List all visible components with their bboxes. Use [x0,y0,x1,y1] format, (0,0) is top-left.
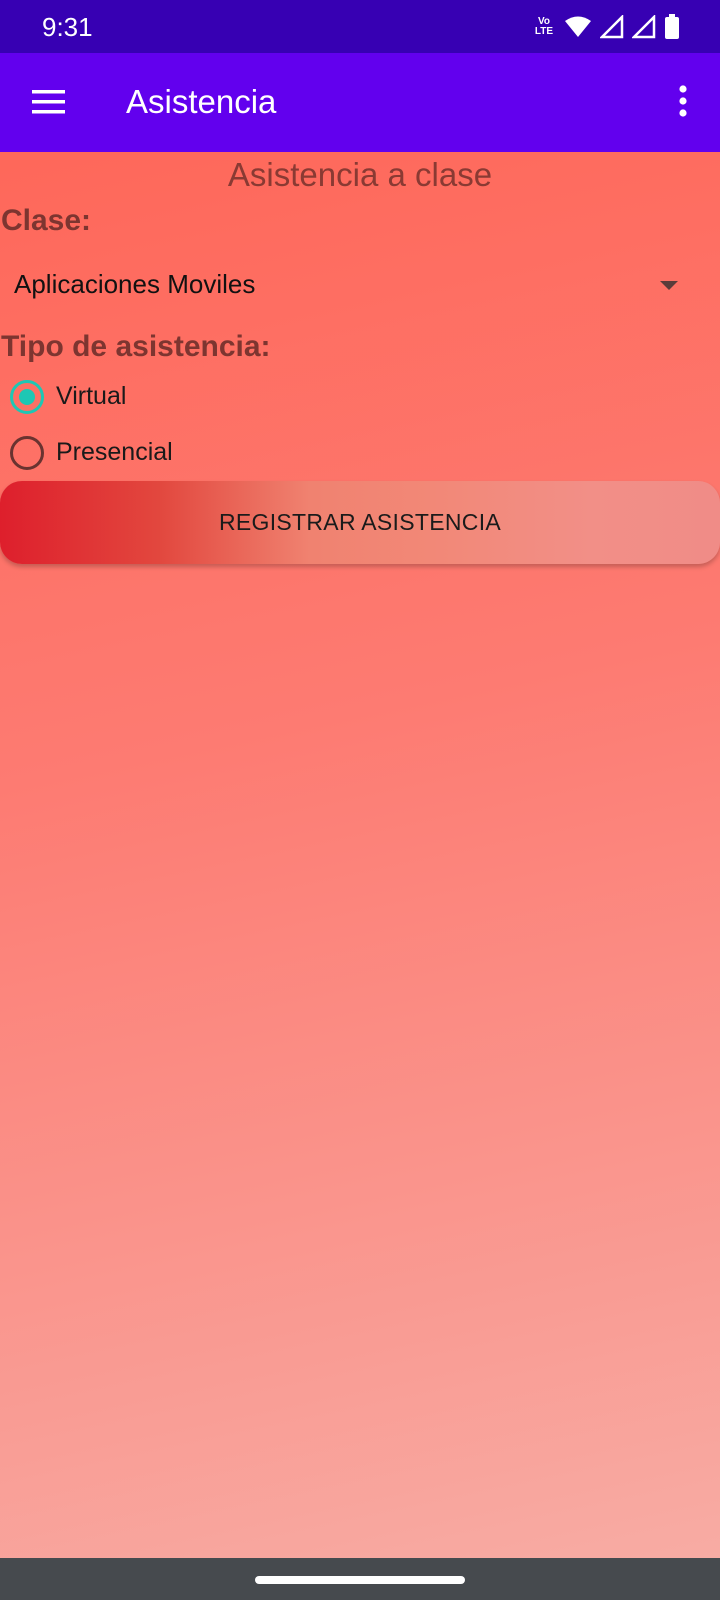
volte-icon: Vo LTE [532,17,556,37]
clase-selected-value: Aplicaciones Moviles [14,269,256,299]
dropdown-arrow-icon [660,281,678,290]
more-vert-icon[interactable] [668,79,698,125]
signal-icon [632,15,656,39]
navigation-bar [0,1558,720,1600]
radio-label-virtual: Virtual [56,382,127,410]
app-bar: Asistencia [0,53,720,152]
signal-icon [600,15,624,39]
status-icons: Vo LTE [532,12,680,42]
battery-icon [665,14,679,39]
status-bar: 9:31 Vo LTE [0,0,720,53]
radio-virtual[interactable]: Virtual [0,372,300,422]
hamburger-menu-icon[interactable] [24,77,74,127]
radio-presencial[interactable]: Presencial [0,428,300,478]
status-time: 9:31 [42,12,93,42]
home-gesture-handle[interactable] [255,1576,465,1584]
clase-spinner[interactable]: Aplicaciones Moviles [0,255,720,315]
radio-label-presencial: Presencial [56,438,173,466]
register-attendance-button[interactable]: REGISTRAR ASISTENCIA [0,481,720,564]
app-title: Asistencia [126,83,277,120]
volte-line2: LTE [534,26,554,37]
wifi-icon [565,16,591,37]
tipo-label: Tipo de asistencia: [1,330,271,363]
radio-unchecked-icon[interactable] [10,436,44,470]
clase-label: Clase: [1,204,92,237]
page-heading: Asistencia a clase [227,156,493,193]
radio-checked-icon[interactable] [10,380,44,414]
radio-dot [19,389,35,405]
